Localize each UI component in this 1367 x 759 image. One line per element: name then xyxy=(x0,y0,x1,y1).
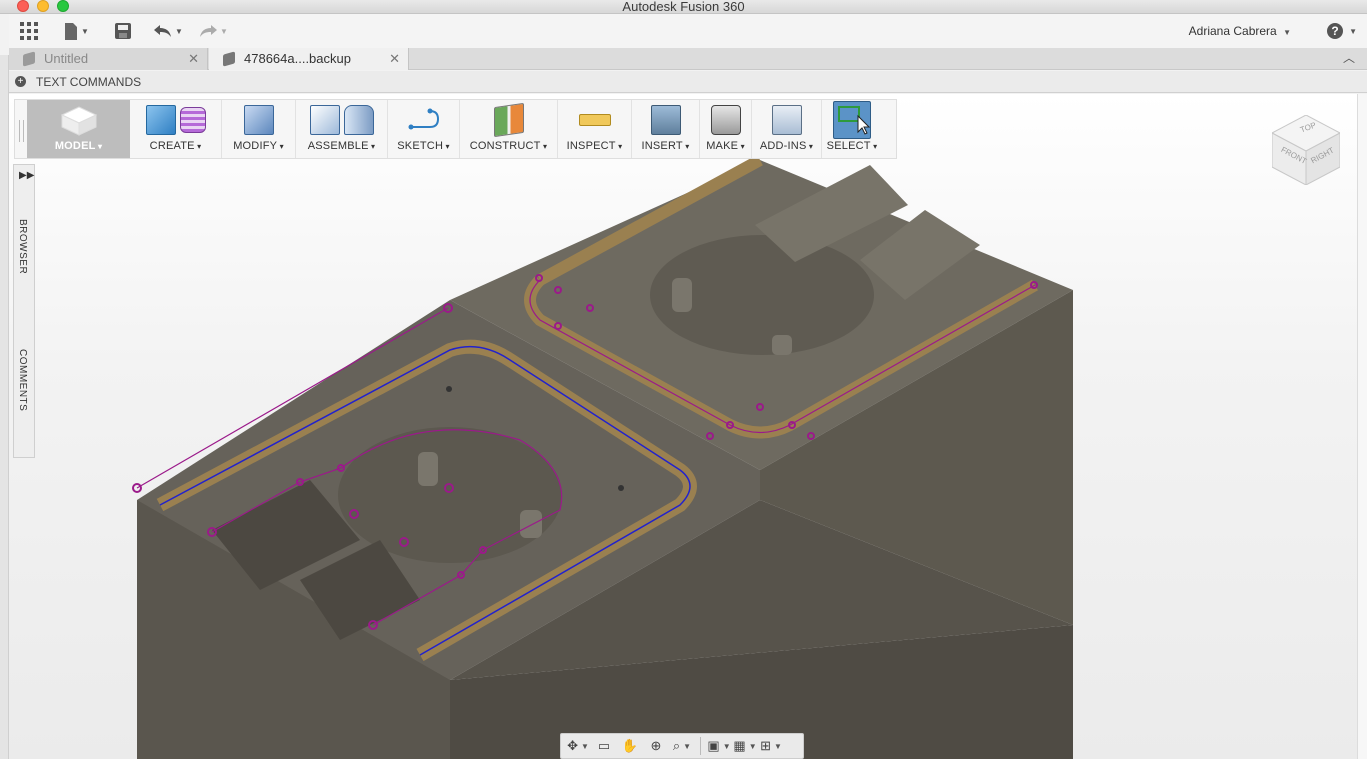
fusion-window: Autodesk Fusion 360 ▼ ▼ ▼ Adriana Cabrer… xyxy=(0,0,1367,759)
inspect-label: INSPECT xyxy=(567,140,623,152)
fit-icon[interactable]: ⌕ ▼ xyxy=(671,737,693,755)
origin-point xyxy=(618,485,624,491)
model-label: MODEL xyxy=(55,140,102,152)
create-label: CREATE xyxy=(150,140,202,152)
lower-pin-1 xyxy=(418,452,438,486)
expand-icon[interactable]: + xyxy=(15,76,26,87)
sketch-menu[interactable]: SKETCH xyxy=(388,100,460,158)
browser-panel: ▶▶ BROWSER COMMENTS xyxy=(13,164,35,458)
left-window-edge xyxy=(0,55,9,759)
comments-tab[interactable]: COMMENTS xyxy=(17,349,28,411)
sketch-label: SKETCH xyxy=(397,140,449,152)
sketch-icon[interactable] xyxy=(408,107,440,133)
offset-plane-icon[interactable] xyxy=(493,102,524,138)
construct-label: CONSTRUCT xyxy=(470,140,548,152)
model-workspace-icon xyxy=(60,106,97,136)
modify-menu[interactable]: MODIFY xyxy=(222,100,296,158)
title-bar: Autodesk Fusion 360 xyxy=(0,0,1367,14)
select-icon[interactable] xyxy=(833,101,871,139)
inspect-menu[interactable]: INSPECT xyxy=(558,100,632,158)
redo-icon[interactable]: ▼ xyxy=(199,22,228,40)
measure-icon[interactable] xyxy=(578,114,611,126)
close-icon[interactable]: ✕ xyxy=(389,48,400,70)
select-label: SELECT xyxy=(827,140,878,152)
chevron-down-icon[interactable]: ▼ xyxy=(1349,27,1357,36)
document-tab-bar: Untitled ✕ 478664a....backup ✕ ︿ xyxy=(9,48,1367,70)
collapse-icon[interactable]: ︿ xyxy=(1343,49,1355,66)
viewcube[interactable]: TOP FRONT RIGHT xyxy=(1270,114,1342,186)
divider xyxy=(700,737,701,755)
look-at-icon[interactable]: ▭ xyxy=(593,737,615,755)
make-menu[interactable]: MAKE xyxy=(700,100,752,158)
create-menu[interactable]: CREATE xyxy=(130,100,222,158)
select-menu[interactable]: SELECT xyxy=(822,100,882,158)
viewports-icon[interactable]: ⊞ ▼ xyxy=(760,737,782,755)
box-icon[interactable] xyxy=(145,105,176,135)
insert-label: INSERT xyxy=(642,140,690,152)
insert-menu[interactable]: INSERT xyxy=(632,100,700,158)
user-name: Adriana Cabrera xyxy=(1188,24,1277,38)
upper-pin-1 xyxy=(672,278,692,312)
window-title: Autodesk Fusion 360 xyxy=(622,0,745,14)
right-scroll-strip[interactable] xyxy=(1357,94,1367,759)
lower-pocket xyxy=(338,427,562,563)
grid-icon[interactable] xyxy=(20,22,38,40)
tab-label: 478664a....backup xyxy=(244,51,351,66)
insert-image-icon[interactable] xyxy=(650,105,681,135)
save-icon[interactable] xyxy=(115,22,131,40)
modify-label: MODIFY xyxy=(233,140,284,152)
chevron-down-icon: ▼ xyxy=(1283,28,1291,37)
toolbar-grip[interactable] xyxy=(19,120,24,142)
undo-icon[interactable]: ▼ xyxy=(154,22,183,40)
zoom-icon[interactable]: ⊕ xyxy=(645,737,667,755)
addins-menu[interactable]: ADD-INS xyxy=(752,100,822,158)
upper-pin-2 xyxy=(772,335,792,355)
document-icon xyxy=(23,51,35,67)
joint-icon[interactable] xyxy=(343,105,374,135)
file-icon[interactable]: ▼ xyxy=(64,22,89,40)
3d-print-icon[interactable] xyxy=(710,105,741,135)
expand-panel-icon[interactable]: ▶▶ xyxy=(19,170,34,181)
chevron-down-icon: ▼ xyxy=(220,26,228,36)
addins-label: ADD-INS xyxy=(760,140,813,152)
make-label: MAKE xyxy=(706,140,745,152)
tab-label: Untitled xyxy=(44,51,89,66)
origin-point xyxy=(446,386,452,392)
scripts-icon[interactable] xyxy=(771,105,802,135)
press-pull-icon[interactable] xyxy=(243,105,274,135)
help-icon[interactable]: ? xyxy=(1327,23,1343,39)
close-icon[interactable]: ✕ xyxy=(188,48,199,70)
workspace-model-button[interactable]: MODEL xyxy=(27,100,130,158)
display-settings-icon[interactable]: ▣ ▼ xyxy=(707,737,730,755)
quick-access-bar: ▼ ▼ ▼ Adriana Cabrera ▼ ? ▼ xyxy=(9,14,1367,48)
chevron-down-icon: ▼ xyxy=(81,26,89,36)
new-component-icon[interactable] xyxy=(309,105,340,135)
ribbon-toolbar: MODEL CREATE MODIFY ASSEMBLE xyxy=(14,99,897,159)
browser-tab[interactable]: BROWSER xyxy=(17,219,28,274)
navigation-bar: ✥ ▼ ▭ ✋ ⊕ ⌕ ▼ ▣ ▼ ▦ ▼ ⊞ ▼ xyxy=(560,733,804,759)
document-icon xyxy=(223,51,235,67)
lower-pin-2 xyxy=(520,510,542,538)
chevron-down-icon: ▼ xyxy=(175,26,183,36)
text-commands-label: TEXT COMMANDS xyxy=(36,75,142,89)
cam-model[interactable] xyxy=(9,94,1357,759)
construct-menu[interactable]: CONSTRUCT xyxy=(460,100,558,158)
grid-settings-icon[interactable]: ▦ ▼ xyxy=(733,737,756,755)
form-icon[interactable] xyxy=(179,107,206,133)
assemble-menu[interactable]: ASSEMBLE xyxy=(296,100,388,158)
user-menu[interactable]: Adriana Cabrera ▼ xyxy=(1189,24,1291,38)
orbit-icon[interactable]: ✥ ▼ xyxy=(567,737,589,755)
assemble-label: ASSEMBLE xyxy=(308,140,376,152)
3d-viewport[interactable] xyxy=(9,94,1357,759)
tab-backup[interactable]: 478664a....backup ✕ xyxy=(209,48,409,70)
text-commands-bar[interactable]: + TEXT COMMANDS xyxy=(9,71,1367,93)
pan-icon[interactable]: ✋ xyxy=(619,737,641,755)
tab-untitled[interactable]: Untitled ✕ xyxy=(9,48,208,70)
